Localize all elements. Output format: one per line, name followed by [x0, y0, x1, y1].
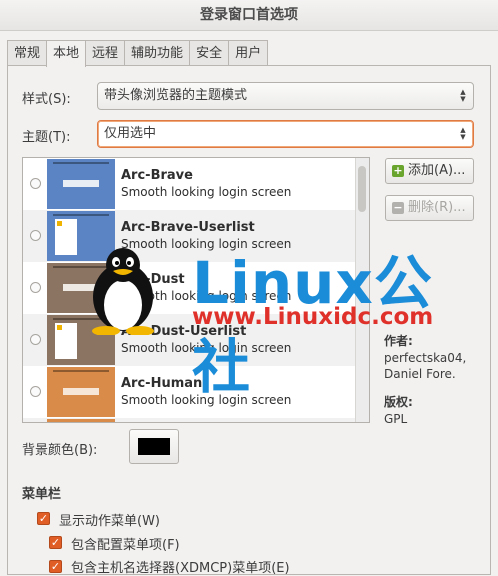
style-label: 样式(S):: [22, 92, 71, 107]
include-config-item-label: 包含配置菜单项(F): [71, 538, 180, 553]
theme-desc: Smooth looking login screen: [121, 393, 292, 407]
theme-name: Arc-Dust-Userlist: [121, 324, 247, 339]
license-value: GPL: [384, 412, 408, 426]
plus-icon: +: [392, 164, 404, 177]
theme-row[interactable]: Arc-Dust Smooth looking login screen: [23, 262, 357, 314]
theme-desc: Smooth looking login screen: [121, 237, 292, 251]
add-theme-label: 添加(A)...: [408, 163, 466, 178]
style-combobox[interactable]: 带头像浏览器的主题模式 ▲ ▼: [97, 82, 474, 110]
minus-icon: −: [392, 201, 404, 214]
theme-thumbnail: [47, 263, 115, 313]
tab-bar: 常规 本地 远程 辅助功能 安全 用户: [7, 40, 269, 67]
theme-desc: Smooth looking login screen: [121, 185, 292, 199]
remove-theme-button[interactable]: − 删除(R)...: [385, 195, 474, 221]
style-combobox-value: 带头像浏览器的主题模式: [104, 88, 248, 103]
theme-row[interactable]: Arc-Human Smooth looking login screen: [23, 366, 357, 418]
license-heading: 版权:: [384, 395, 413, 409]
author-heading: 作者:: [384, 334, 413, 348]
theme-label: 主题(T):: [22, 130, 71, 145]
theme-combobox[interactable]: 仅用选中 ▲ ▼: [97, 120, 474, 148]
theme-radio[interactable]: [30, 386, 41, 397]
scrollbar-thumb[interactable]: [358, 166, 366, 212]
theme-combobox-value: 仅用选中: [104, 126, 157, 141]
theme-row[interactable]: Arc-Brave-Userlist Smooth looking login …: [23, 210, 357, 262]
show-actions-menu-label: 显示动作菜单(W): [59, 514, 160, 529]
theme-radio[interactable]: [30, 178, 41, 189]
menubar-section-title: 菜单栏: [22, 487, 62, 502]
updown-arrows-icon: ▲ ▼: [460, 126, 466, 141]
window-title: 登录窗口首选项: [0, 0, 498, 31]
include-hostname-chooser-checkbox[interactable]: ✓: [49, 560, 62, 573]
theme-thumbnail: [47, 419, 115, 422]
theme-row[interactable]: [23, 418, 357, 422]
background-color-button[interactable]: [129, 429, 179, 464]
theme-desc: Smooth looking login screen: [121, 341, 292, 355]
updown-arrows-icon: ▲ ▼: [460, 88, 466, 103]
remove-theme-label: 删除(R)...: [408, 200, 466, 215]
tab-security[interactable]: 安全: [189, 40, 230, 65]
theme-desc: Smooth looking login screen: [121, 289, 292, 303]
theme-name: Arc-Human: [121, 376, 203, 391]
tab-accessibility[interactable]: 辅助功能: [124, 40, 191, 65]
theme-thumbnail: [47, 211, 115, 261]
tab-remote[interactable]: 远程: [85, 40, 126, 65]
theme-list[interactable]: Arc-Brave Smooth looking login screen Ar…: [22, 157, 370, 423]
theme-radio[interactable]: [30, 230, 41, 241]
add-theme-button[interactable]: + 添加(A)...: [385, 158, 474, 184]
tab-local[interactable]: 本地: [46, 40, 87, 67]
theme-thumbnail: [47, 315, 115, 365]
show-actions-menu-checkbox[interactable]: ✓: [37, 512, 50, 525]
theme-thumbnail: [47, 367, 115, 417]
theme-radio[interactable]: [30, 282, 41, 293]
include-config-item-checkbox[interactable]: ✓: [49, 536, 62, 549]
author-value: perfectska04, Daniel Fore.: [384, 351, 467, 381]
tab-general[interactable]: 常规: [7, 40, 48, 65]
theme-name: Arc-Brave: [121, 168, 193, 183]
theme-row[interactable]: Arc-Dust-Userlist Smooth looking login s…: [23, 314, 357, 366]
theme-list-scrollbar[interactable]: [355, 158, 369, 422]
tab-users[interactable]: 用户: [228, 40, 269, 65]
background-color-label: 背景颜色(B):: [22, 443, 98, 458]
include-hostname-chooser-label: 包含主机名选择器(XDMCP)菜单项(E): [71, 561, 290, 576]
theme-name: Arc-Dust: [121, 272, 185, 287]
color-swatch: [138, 438, 170, 455]
theme-row[interactable]: Arc-Brave Smooth looking login screen: [23, 158, 357, 210]
theme-name: Arc-Brave-Userlist: [121, 220, 255, 235]
theme-radio[interactable]: [30, 334, 41, 345]
theme-thumbnail: [47, 159, 115, 209]
